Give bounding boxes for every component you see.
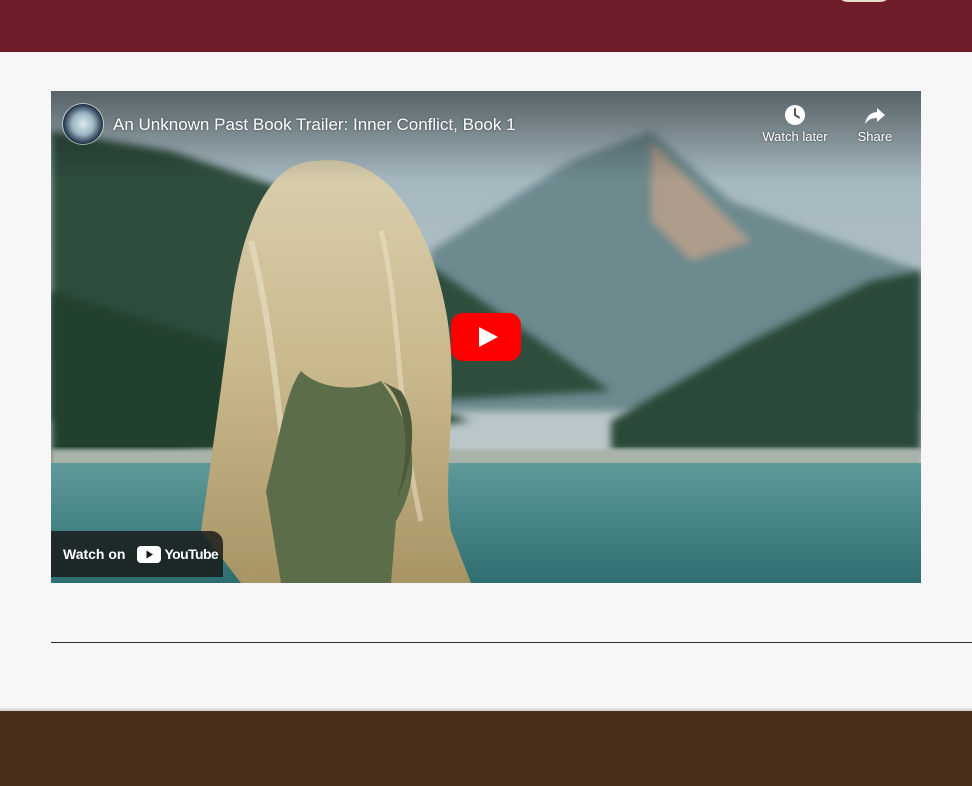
- site-logo[interactable]: [836, 0, 892, 2]
- content-divider: [51, 642, 972, 643]
- youtube-wordmark: YouTube: [164, 546, 219, 562]
- watch-later-label: Watch later: [762, 129, 828, 144]
- share-button[interactable]: Share: [847, 103, 903, 145]
- site-header: [0, 0, 972, 52]
- play-icon[interactable]: [451, 313, 521, 361]
- globe-channel-avatar-icon[interactable]: [63, 104, 103, 144]
- youtube-logo-icon: [137, 545, 162, 563]
- video-title[interactable]: An Unknown Past Book Trailer: Inner Conf…: [113, 115, 516, 135]
- page: An Unknown Past Book Trailer: Inner Conf…: [0, 0, 972, 786]
- share-label: Share: [857, 129, 893, 144]
- watch-on-youtube-button[interactable]: Watch on YouTube: [51, 531, 223, 577]
- watch-later-button[interactable]: Watch later: [755, 103, 835, 145]
- clock-icon: [785, 105, 805, 125]
- site-footer: [0, 711, 972, 786]
- youtube-logo: YouTube: [137, 545, 219, 563]
- watch-on-label: Watch on: [63, 546, 126, 562]
- youtube-video-embed[interactable]: An Unknown Past Book Trailer: Inner Conf…: [51, 91, 921, 583]
- share-arrow-icon: [865, 108, 885, 124]
